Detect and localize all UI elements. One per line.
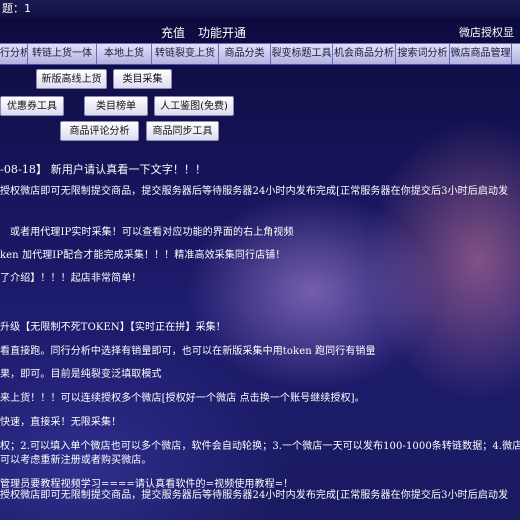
top-menu: 充值 功能开通 微店授权 显示 xyxy=(0,22,520,55)
shop-auth-menu[interactable]: 微店授权 xyxy=(459,24,503,40)
new-listing-button[interactable]: 新版高线上货 xyxy=(36,69,107,89)
notice-line: 授权微店即可无限制提交商品，提交服务器后等待服务器24小时内发布完成[正常服务器… xyxy=(0,186,509,197)
notice-line: 看直接跑。同行分析中选择有销量即可，也可以在新版采集中用token 跑同行有销量 xyxy=(0,346,376,357)
notice-line: 或者用代理IP实时采集！可以查看对应功能的界面的右上角视频 xyxy=(10,227,294,238)
tab-fission-listing[interactable]: 转链裂变上货 xyxy=(152,44,219,64)
window-title: 题：1 xyxy=(0,0,520,18)
review-analysis-button[interactable]: 商品评论分析 xyxy=(60,121,139,141)
tab-categories[interactable]: 商品分类 xyxy=(219,44,271,64)
tab-analysis[interactable]: 行分析 xyxy=(0,44,28,64)
coupon-tool-button[interactable]: 优惠券工具 xyxy=(0,96,64,116)
tab-opportunity[interactable]: 机会商品分析 xyxy=(333,44,396,64)
tab-local-listing[interactable]: 本地上货 xyxy=(97,44,152,64)
notice-line: 来上货！！！可以连续授权多个微店[授权好一个微店 点击换一个账号继续授权]。 xyxy=(0,393,365,404)
notice-line: -08-18】 新用户请认真看一下文字！！！ xyxy=(0,163,207,176)
notice-line: 授权微店即可无限制提交商品，提交服务器后等待服务器24小时内发布完成[正常服务器… xyxy=(0,490,509,501)
notice-line: 升级【无限制不死TOKEN】【实时正在拼】采集！ xyxy=(0,322,226,333)
feature-tabs: 行分析 转链上货一体 本地上货 转链裂变上货 商品分类 裂变标题工具 机会商品分… xyxy=(0,43,520,65)
category-rank-button[interactable]: 类目榜单 xyxy=(84,96,148,116)
notice-line: 快速，直接采！无限采集！ xyxy=(0,417,122,428)
notice-line: 果，即可。目前是纯裂变泛填取模式 xyxy=(0,369,162,380)
notice-panel: -08-18】 新用户请认真看一下文字！！！ 授权微店即可无限制提交商品，提交服… xyxy=(0,155,520,520)
tab-link-listing[interactable]: 转链上货一体 xyxy=(28,44,97,64)
ai-collage-button[interactable]: 人工鉴图(免费) xyxy=(154,96,234,116)
recharge-menu[interactable]: 充值 xyxy=(161,24,185,41)
notice-line: 权；2.可以填入单个微店也可以多个微店，软件会自动轮换；3.一个微店一天可以发布… xyxy=(0,441,520,452)
activate-menu[interactable]: 功能开通 xyxy=(198,24,246,41)
sync-tool-button[interactable]: 商品同步工具 xyxy=(146,121,219,141)
tab-overflow[interactable] xyxy=(512,44,520,64)
notice-line: ken 加代理IP配合才能完成采集！！！精准高效采集同行店铺！ xyxy=(0,250,286,261)
tab-keywords[interactable]: 搜索词分析 xyxy=(396,44,450,64)
notice-line: 了介绍】！！！起店非常简单！ xyxy=(0,273,142,284)
category-collect-button[interactable]: 类目采集 xyxy=(113,69,172,89)
tab-shop-manage[interactable]: 微店商品管理 xyxy=(450,44,512,64)
tab-title-tool[interactable]: 裂变标题工具 xyxy=(271,44,333,64)
notice-line: 可以考虑重新注册或者购买微店。 xyxy=(0,455,152,466)
